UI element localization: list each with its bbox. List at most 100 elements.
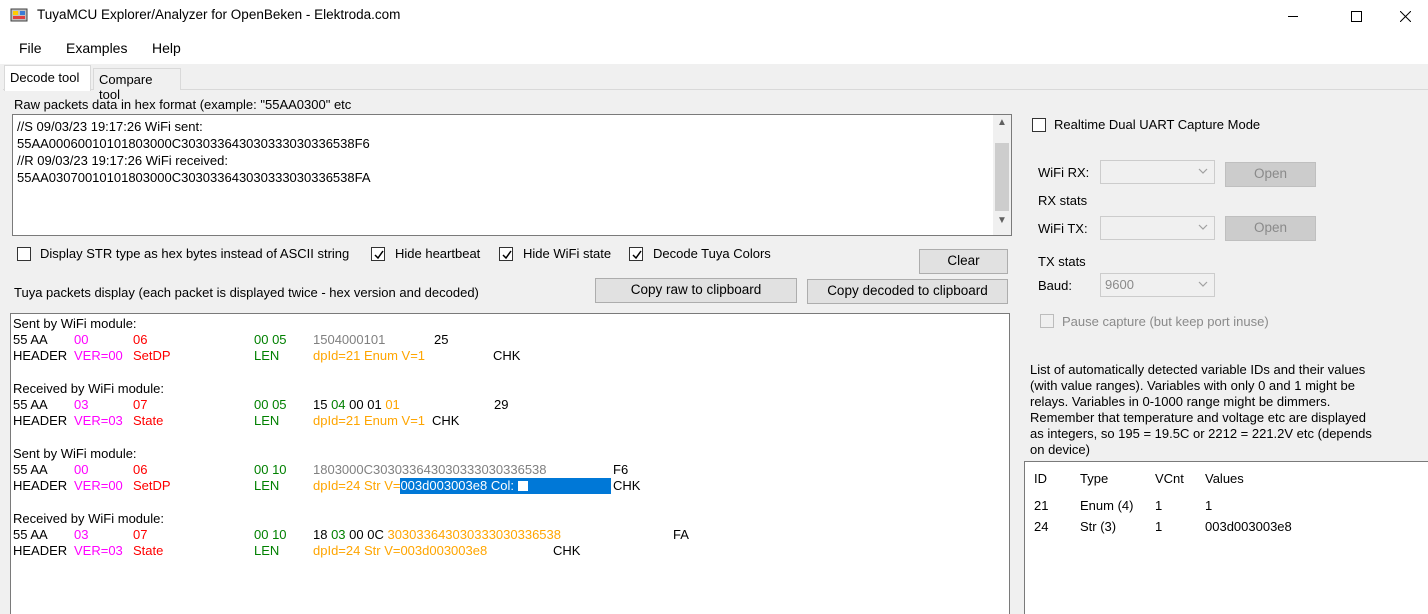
wifi-tx-label: WiFi TX: — [1038, 221, 1088, 236]
packet-hex-command: 07 — [133, 397, 148, 412]
description-line: Remember that temperature and voltage et… — [1030, 410, 1367, 425]
menu-file[interactable]: File — [19, 40, 42, 56]
dec-data-text: dpId=24 Str V=003d003003e8 — [313, 543, 488, 558]
packet-hex-version: 00 — [74, 462, 89, 477]
packet-hex-data: 1803000C303033643030333030336538 — [313, 462, 547, 478]
hex-segment: 1803000C303033643030333030336538 — [313, 462, 547, 477]
decode-tuya-colors-checkbox[interactable] — [629, 247, 643, 261]
checkmark-icon — [632, 250, 642, 260]
title-bar: TuyaMCU Explorer/Analyzer for OpenBeken … — [0, 0, 1428, 32]
packet-dec-checksum: CHK — [432, 413, 460, 428]
packet-dec-command: State — [133, 543, 164, 558]
cell-vcnt: 1 — [1155, 498, 1163, 513]
description-line: as integers, so 195 = 19.5C or 2212 = 22… — [1030, 426, 1372, 441]
raw-line: //R 09/03/23 19:17:26 WiFi received: — [17, 153, 229, 168]
packet-dec-version: VER=03 — [74, 413, 123, 428]
raw-line: //S 09/03/23 19:17:26 WiFi sent: — [17, 119, 203, 134]
cell-id: 24 — [1034, 519, 1049, 534]
selected-text[interactable]: 003d003003e8 Col: — [400, 478, 612, 494]
color-swatch-icon — [517, 481, 528, 491]
minimize-icon — [1288, 16, 1298, 17]
hide-heartbeat-checkbox[interactable] — [371, 247, 385, 261]
cell-type: Enum (4) — [1080, 498, 1134, 513]
hex-segment: 03 — [331, 527, 346, 542]
packet-dec-command: SetDP — [133, 348, 171, 363]
packet-hex-checksum: FA — [673, 527, 689, 542]
tab-compare-tool[interactable]: Compare tool — [93, 68, 181, 102]
packet-dec-version: VER=03 — [74, 543, 123, 558]
column-header-vcnt[interactable]: VCnt — [1155, 471, 1184, 486]
menu-examples[interactable]: Examples — [66, 40, 127, 56]
hex-segment: 01 — [385, 397, 400, 412]
scroll-down-icon[interactable]: ▼ — [993, 215, 1011, 233]
display-str-hex-label: Display STR type as hex bytes instead of… — [40, 246, 350, 261]
packet-hex-command: 07 — [133, 527, 148, 542]
packet-hex-checksum: 25 — [434, 332, 449, 347]
scroll-up-icon[interactable]: ▲ — [993, 117, 1011, 135]
dec-data-text: dpId=21 Enum V=1 — [313, 413, 426, 428]
raw-scrollbar[interactable]: ▲ ▼ — [993, 115, 1011, 235]
clear-button[interactable]: Clear — [919, 249, 1008, 274]
maximize-icon — [1351, 11, 1362, 22]
packet-hex-checksum: 29 — [494, 397, 509, 412]
packet-dec-version: VER=00 — [74, 348, 123, 363]
realtime-capture-checkbox[interactable] — [1032, 118, 1046, 132]
decode-tuya-colors-label: Decode Tuya Colors — [653, 246, 771, 261]
baud-value: 9600 — [1105, 277, 1134, 292]
baud-select[interactable]: 9600 — [1100, 273, 1215, 297]
packet-hex-header: 55 AA — [13, 397, 48, 412]
scroll-thumb[interactable] — [995, 143, 1009, 211]
copy-decoded-button[interactable]: Copy decoded to clipboard — [807, 279, 1008, 304]
display-str-hex-checkbox[interactable] — [17, 247, 31, 261]
column-header-type[interactable]: Type — [1080, 471, 1108, 486]
menu-help[interactable]: Help — [152, 40, 181, 56]
tx-stats-label: TX stats — [1038, 254, 1086, 269]
packet-dec-length: LEN — [254, 413, 280, 428]
packet-hex-length: 00 10 — [254, 527, 287, 542]
packet-hex-data: 1504000101 — [313, 332, 385, 348]
selected-text-value: 003d003003e8 Col: — [400, 478, 518, 493]
raw-packets-text: //S 09/03/23 19:17:26 WiFi sent: 55AA0006… — [17, 118, 371, 186]
tab-decode-tool[interactable]: Decode tool — [4, 65, 91, 91]
cell-type: Str (3) — [1080, 519, 1117, 534]
packet-dec-header: HEADER — [13, 413, 68, 428]
packet-dec-header: HEADER — [13, 543, 68, 558]
chevron-down-icon — [1198, 168, 1208, 174]
packet-hex-data: 18 03 00 0C 303033643030333030336538 — [313, 527, 561, 543]
packet-hex-version: 03 — [74, 527, 89, 542]
packet-hex-command: 06 — [133, 332, 148, 347]
raw-line: 55AA03070010101803000C303033643030333030… — [17, 170, 371, 185]
open-tx-button[interactable]: Open — [1225, 216, 1316, 241]
packet-dec-command: SetDP — [133, 478, 171, 493]
packet-dec-checksum: CHK — [493, 348, 521, 363]
window-title: TuyaMCU Explorer/Analyzer for OpenBeken … — [37, 7, 401, 22]
close-button[interactable] — [1382, 0, 1428, 32]
hex-segment: 1504000101 — [313, 332, 386, 347]
packet-dec-header: HEADER — [13, 348, 68, 363]
wifi-rx-select[interactable] — [1100, 160, 1215, 184]
packet-title: Received by WiFi module: — [13, 381, 164, 396]
packet-dec-length: LEN — [254, 543, 280, 558]
hex-segment: 00 0C — [345, 527, 388, 542]
packet-dec-data: dpId=24 Str V=003d003003e8 Col: — [313, 478, 612, 494]
rx-stats-label: RX stats — [1038, 193, 1088, 208]
dec-data-text: dpId=21 Enum V=1 — [313, 348, 426, 363]
cell-values: 003d003003e8 — [1205, 519, 1292, 534]
description-line: relays. Variables in 0-1000 range might … — [1030, 394, 1331, 409]
wifi-tx-select[interactable] — [1100, 216, 1215, 240]
maximize-button[interactable] — [1333, 0, 1379, 32]
packet-hex-length: 00 05 — [254, 332, 287, 347]
column-header-id[interactable]: ID — [1034, 471, 1047, 486]
cell-values: 1 — [1205, 498, 1213, 513]
hide-wifi-state-checkbox[interactable] — [499, 247, 513, 261]
open-rx-button[interactable]: Open — [1225, 162, 1316, 187]
copy-raw-button[interactable]: Copy raw to clipboard — [595, 278, 797, 303]
cell-id: 21 — [1034, 498, 1049, 513]
pause-capture-checkbox[interactable] — [1040, 314, 1054, 328]
pause-capture-label: Pause capture (but keep port inuse) — [1062, 314, 1269, 329]
column-header-values[interactable]: Values — [1205, 471, 1244, 486]
checkmark-icon — [374, 250, 384, 260]
description-line: (with value ranges). Variables with only… — [1030, 378, 1355, 393]
packet-hex-version: 03 — [74, 397, 89, 412]
minimize-button[interactable] — [1270, 0, 1316, 32]
